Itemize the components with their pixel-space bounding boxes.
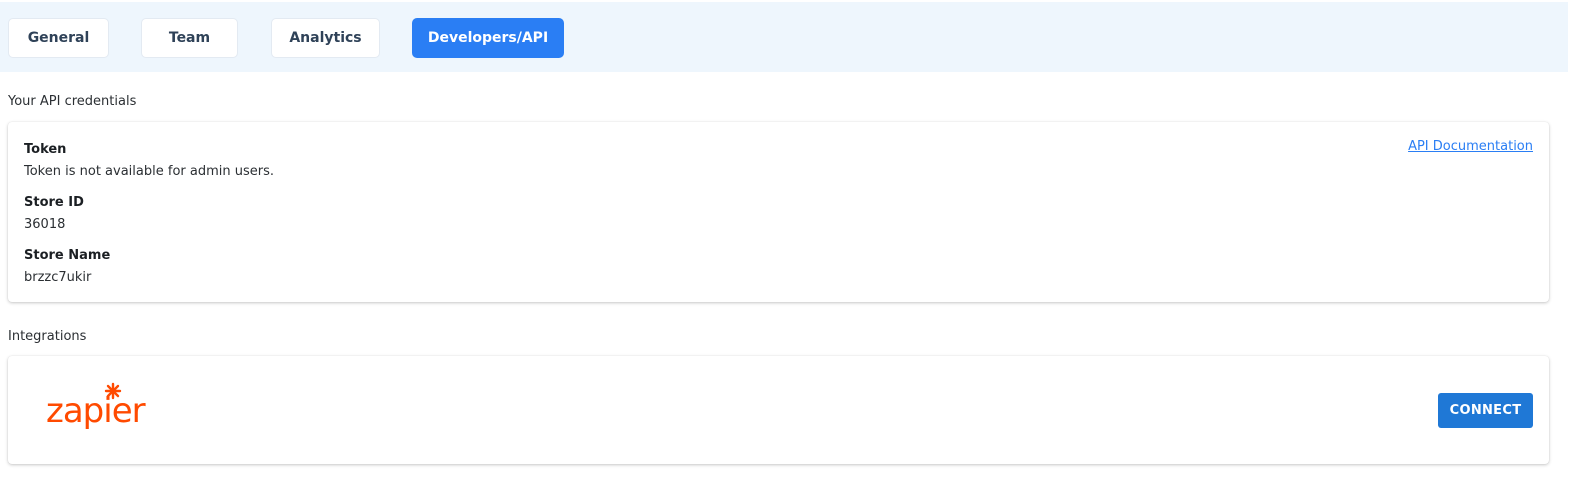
tab-analytics[interactable]: Analytics — [271, 18, 380, 58]
api-credentials-card: Token Token is not available for admin u… — [8, 122, 1549, 302]
settings-page: General Team Analytics Developers/API Yo… — [0, 0, 1568, 486]
store-id-label: Store ID — [24, 195, 84, 210]
store-name-label: Store Name — [24, 248, 111, 263]
tab-developers-api[interactable]: Developers/API — [412, 18, 564, 58]
zapier-connect-button[interactable]: CONNECT — [1438, 393, 1533, 428]
token-label: Token — [24, 142, 67, 157]
integration-row-zapier: zapier CONNECT — [8, 356, 1549, 464]
token-value: Token is not available for admin users. — [24, 164, 275, 179]
integrations-heading: Integrations — [8, 329, 87, 344]
page-scrollbar[interactable] — [1568, 0, 1596, 486]
tab-general[interactable]: General — [8, 18, 109, 58]
zapier-wordmark: zapier — [46, 391, 146, 431]
tabs-bar: General Team Analytics Developers/API — [0, 2, 1568, 72]
tab-team[interactable]: Team — [141, 18, 238, 58]
store-id-value: 36018 — [24, 217, 66, 232]
api-documentation-link[interactable]: API Documentation — [1408, 139, 1533, 154]
store-name-value: brzzc7ukir — [24, 270, 92, 285]
zapier-logo: zapier — [46, 382, 147, 431]
api-credentials-heading: Your API credentials — [8, 94, 137, 109]
